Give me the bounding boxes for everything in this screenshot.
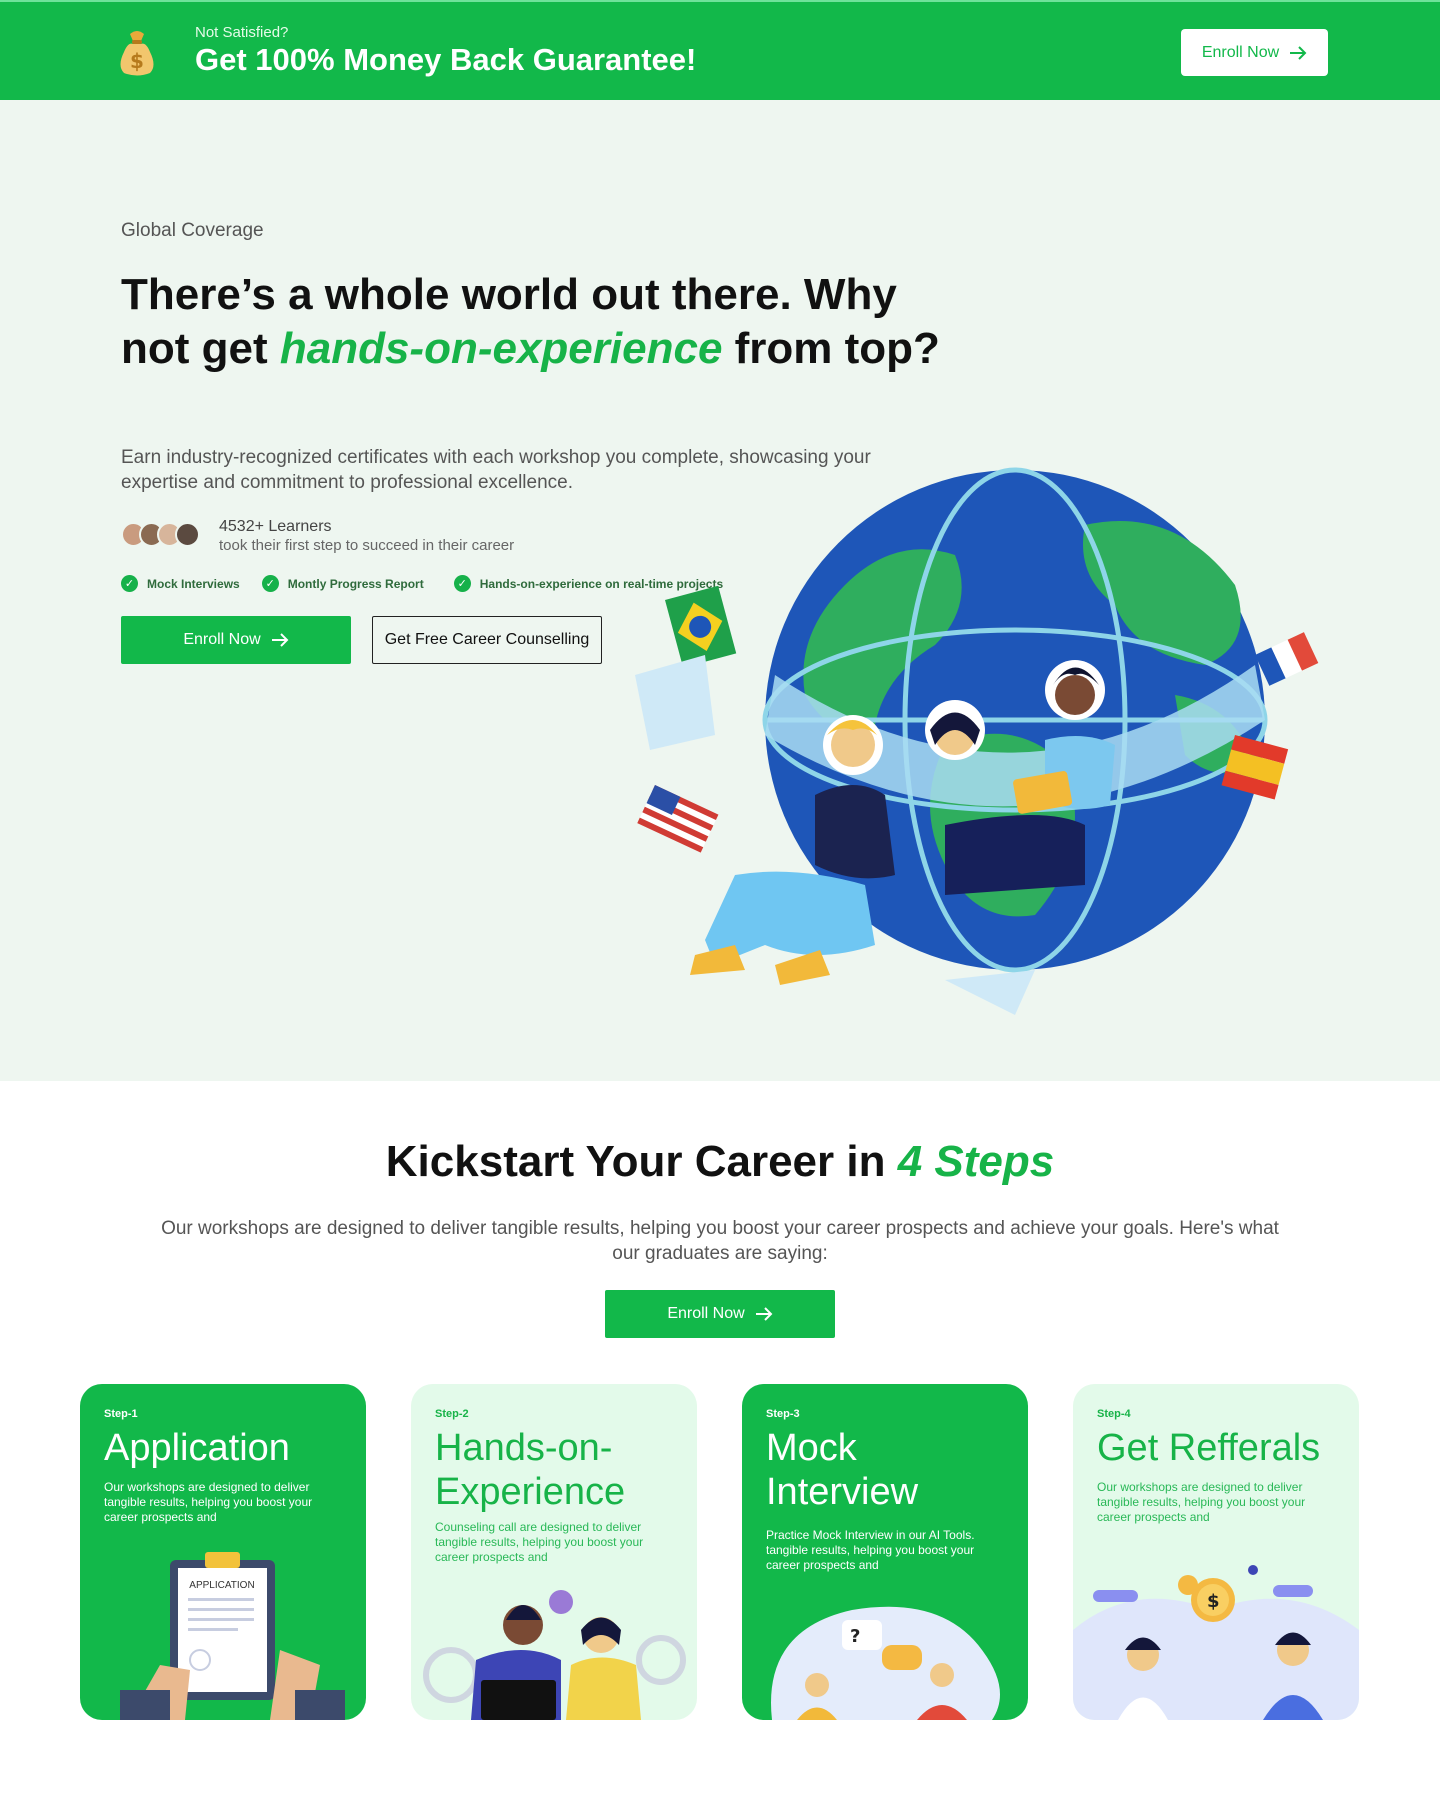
feature-label: Montly Progress Report bbox=[287, 576, 424, 591]
step-label: Step-3 bbox=[766, 1408, 800, 1420]
money-bag-icon: $ bbox=[120, 31, 154, 76]
career-counselling-button[interactable]: Get Free Career Counselling bbox=[372, 616, 602, 664]
feature-item: ✓ Montly Progress Report bbox=[261, 575, 424, 592]
step-label: Step-1 bbox=[104, 1408, 138, 1420]
referral-coins-icon: $ bbox=[1073, 1565, 1359, 1720]
learners-info: 4532+ Learners took their first step to … bbox=[219, 517, 514, 555]
avatar bbox=[175, 522, 200, 547]
arrow-right-icon bbox=[755, 1307, 773, 1321]
hero-headline: There’s a whole world out there. Why not… bbox=[121, 268, 941, 376]
hero-enroll-button[interactable]: Enroll Now bbox=[121, 616, 351, 664]
steps-title: Kickstart Your Career in 4 Steps bbox=[0, 1137, 1440, 1187]
steps-description: Our workshops are designed to deliver ta… bbox=[161, 1218, 1279, 1264]
step-label: Step-2 bbox=[435, 1408, 469, 1420]
learner-avatars bbox=[121, 522, 211, 548]
banner-eyebrow: Not Satisfied? bbox=[195, 24, 289, 41]
step-title: Get Refferals bbox=[1097, 1427, 1321, 1469]
steps-title-part1: Kickstart Your Career in bbox=[385, 1137, 898, 1186]
headline-part2: from top? bbox=[722, 324, 940, 373]
check-icon: ✓ bbox=[261, 575, 279, 592]
team-work-icon bbox=[423, 1590, 686, 1720]
steps-enroll-label: Enroll Now bbox=[667, 1305, 745, 1322]
steps-enroll-button[interactable]: Enroll Now bbox=[605, 1290, 835, 1338]
step-card-mock-interview[interactable]: Step-3 Mock Interview Practice Mock Inte… bbox=[742, 1384, 1028, 1720]
interview-chat-icon: ? bbox=[771, 1606, 1000, 1720]
step-description: Practice Mock Interview in our AI Tools.… bbox=[766, 1528, 975, 1572]
arrow-right-icon bbox=[1290, 45, 1307, 60]
step-description: Counseling call are designed to deliver … bbox=[435, 1520, 644, 1564]
money-back-banner: $ Not Satisfied? Get 100% Money Back Gua… bbox=[0, 0, 1440, 100]
arrow-right-icon bbox=[271, 633, 289, 647]
application-text: APPLICATION bbox=[189, 1580, 254, 1591]
hero-enroll-label: Enroll Now bbox=[183, 631, 261, 648]
step-card-application[interactable]: Step-1 Application Our workshops are des… bbox=[80, 1384, 366, 1720]
feature-label: Mock Interviews bbox=[147, 576, 240, 591]
step-description: Our workshops are designed to deliver ta… bbox=[104, 1480, 313, 1524]
headline-accent: hands-on-experience bbox=[279, 324, 723, 373]
banner-title: Get 100% Money Back Guarantee! bbox=[195, 42, 697, 77]
clipboard-icon: APPLICATION bbox=[120, 1552, 345, 1720]
globe-students-illustration bbox=[635, 467, 1319, 1015]
step-title: Application bbox=[104, 1427, 290, 1469]
hero-section: Global Coverage There’s a whole world ou… bbox=[0, 100, 1440, 1081]
step-description: Our workshops are designed to deliver ta… bbox=[1097, 1480, 1306, 1524]
banner-enroll-button[interactable]: Enroll Now bbox=[1181, 29, 1328, 76]
step-card-hands-on[interactable]: Step-2 Hands-on-Experience Counseling ca… bbox=[411, 1384, 697, 1720]
learners-count: 4532+ Learners bbox=[219, 518, 332, 535]
hero-eyebrow: Global Coverage bbox=[121, 220, 264, 241]
step-title: Mock Interview bbox=[766, 1427, 919, 1513]
step-title: Hands-on-Experience bbox=[435, 1427, 626, 1513]
feature-item: ✓ Mock Interviews bbox=[121, 575, 240, 592]
step-label: Step-4 bbox=[1097, 1408, 1131, 1420]
banner-enroll-label: Enroll Now bbox=[1201, 43, 1280, 61]
svg-text:$: $ bbox=[130, 49, 144, 73]
check-icon: ✓ bbox=[121, 575, 138, 592]
check-icon: ✓ bbox=[453, 575, 471, 592]
svg-text:?: ? bbox=[850, 1626, 860, 1647]
step-card-referrals[interactable]: Step-4 Get Refferals Our workshops are d… bbox=[1073, 1384, 1359, 1720]
steps-title-accent: 4 Steps bbox=[897, 1137, 1055, 1186]
svg-text:$: $ bbox=[1207, 1591, 1220, 1612]
learners-sub: took their first step to succeed in thei… bbox=[219, 537, 515, 554]
